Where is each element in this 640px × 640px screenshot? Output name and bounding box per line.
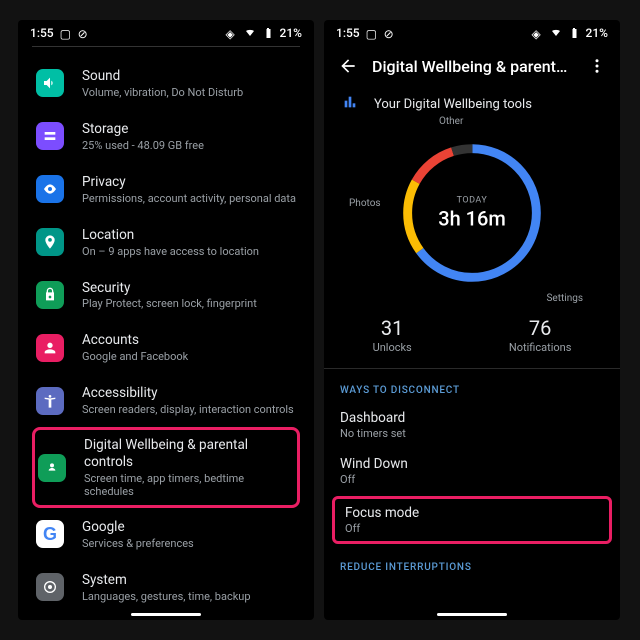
today-value: 3h 16m [438, 207, 506, 231]
title-bar: Digital Wellbeing & parental c... [324, 46, 620, 82]
battery-pct: 21% [280, 26, 302, 40]
settings-screen: 1:55 ▢ ⊘ ◈ 21% SoundVolume, vibration, D… [18, 20, 314, 620]
nav-indicator[interactable] [437, 613, 507, 616]
settings-item-accounts[interactable]: AccountsGoogle and Facebook [32, 321, 300, 374]
battery-icon [262, 27, 274, 39]
dnd-icon: ⊘ [384, 27, 396, 39]
settings-list[interactable]: SoundVolume, vibration, Do Not Disturb S… [18, 57, 314, 620]
status-bar: 1:55 ▢ ⊘ ◈ 21% [18, 20, 314, 46]
settings-item-privacy[interactable]: PrivacyPermissions, account activity, pe… [32, 163, 300, 216]
section-disconnect: WAYS TO DISCONNECT [324, 369, 620, 402]
segment-label-other: Other [439, 116, 463, 127]
wifi-icon [550, 27, 562, 39]
settings-item-storage[interactable]: Storage25% used - 48.09 GB free [32, 110, 300, 163]
bar-chart-icon [342, 94, 358, 114]
screenshot-icon: ▢ [366, 27, 378, 39]
eye-icon: ◈ [226, 27, 238, 39]
row-wind-down[interactable]: Wind Down Off [340, 448, 604, 494]
security-icon [36, 281, 64, 309]
settings-item-google[interactable]: G GoogleServices & preferences [32, 508, 300, 561]
wellbeing-screen: 1:55 ▢ ⊘ ◈ 21% Digital Wellbeing & paren… [324, 20, 620, 620]
segment-label-photos: Photos [349, 198, 381, 209]
status-time: 1:55 [30, 26, 54, 40]
usage-donut[interactable]: TODAY 3h 16m Other Photos Settings [387, 128, 557, 298]
system-icon [36, 573, 64, 601]
page-title: Digital Wellbeing & parental c... [372, 57, 574, 76]
eye-icon: ◈ [532, 27, 544, 39]
settings-item-location[interactable]: LocationOn – 9 apps have access to locat… [32, 216, 300, 269]
accessibility-icon [36, 387, 64, 415]
today-label: TODAY [438, 196, 506, 206]
status-bar: 1:55 ▢ ⊘ ◈ 21% [324, 20, 620, 46]
stat-unlocks[interactable]: 31 Unlocks [373, 316, 412, 354]
sound-icon [36, 69, 64, 97]
battery-pct: 21% [586, 26, 608, 40]
google-icon: G [36, 520, 64, 548]
settings-item-security[interactable]: SecurityPlay Protect, screen lock, finge… [32, 269, 300, 322]
wellbeing-icon [38, 454, 66, 482]
wifi-icon [244, 27, 256, 39]
accounts-icon [36, 334, 64, 362]
section-reduce: REDUCE INTERRUPTIONS [324, 546, 620, 579]
storage-icon [36, 122, 64, 150]
row-dashboard[interactable]: Dashboard No timers set [340, 402, 604, 448]
settings-item-digital-wellbeing[interactable]: Digital Wellbeing & parental controlsScr… [32, 427, 300, 508]
location-icon [36, 228, 64, 256]
screenshot-icon: ▢ [60, 27, 72, 39]
battery-icon [568, 27, 580, 39]
nav-indicator[interactable] [131, 613, 201, 616]
status-time: 1:55 [336, 26, 360, 40]
settings-item-accessibility[interactable]: AccessibilityScreen readers, display, in… [32, 374, 300, 427]
segment-label-settings: Settings [546, 293, 583, 304]
back-icon[interactable] [338, 56, 358, 76]
tools-heading: Your Digital Wellbeing tools [374, 97, 532, 112]
privacy-icon [36, 175, 64, 203]
dnd-icon: ⊘ [78, 27, 90, 39]
stat-notifications[interactable]: 76 Notifications [509, 316, 572, 354]
more-icon[interactable] [588, 57, 606, 75]
row-focus-mode[interactable]: Focus mode Off [332, 496, 612, 544]
stats-row: 31 Unlocks 76 Notifications [324, 316, 620, 369]
settings-item-sound[interactable]: SoundVolume, vibration, Do Not Disturb [32, 57, 300, 110]
settings-item-system[interactable]: SystemLanguages, gestures, time, backup [32, 561, 300, 614]
